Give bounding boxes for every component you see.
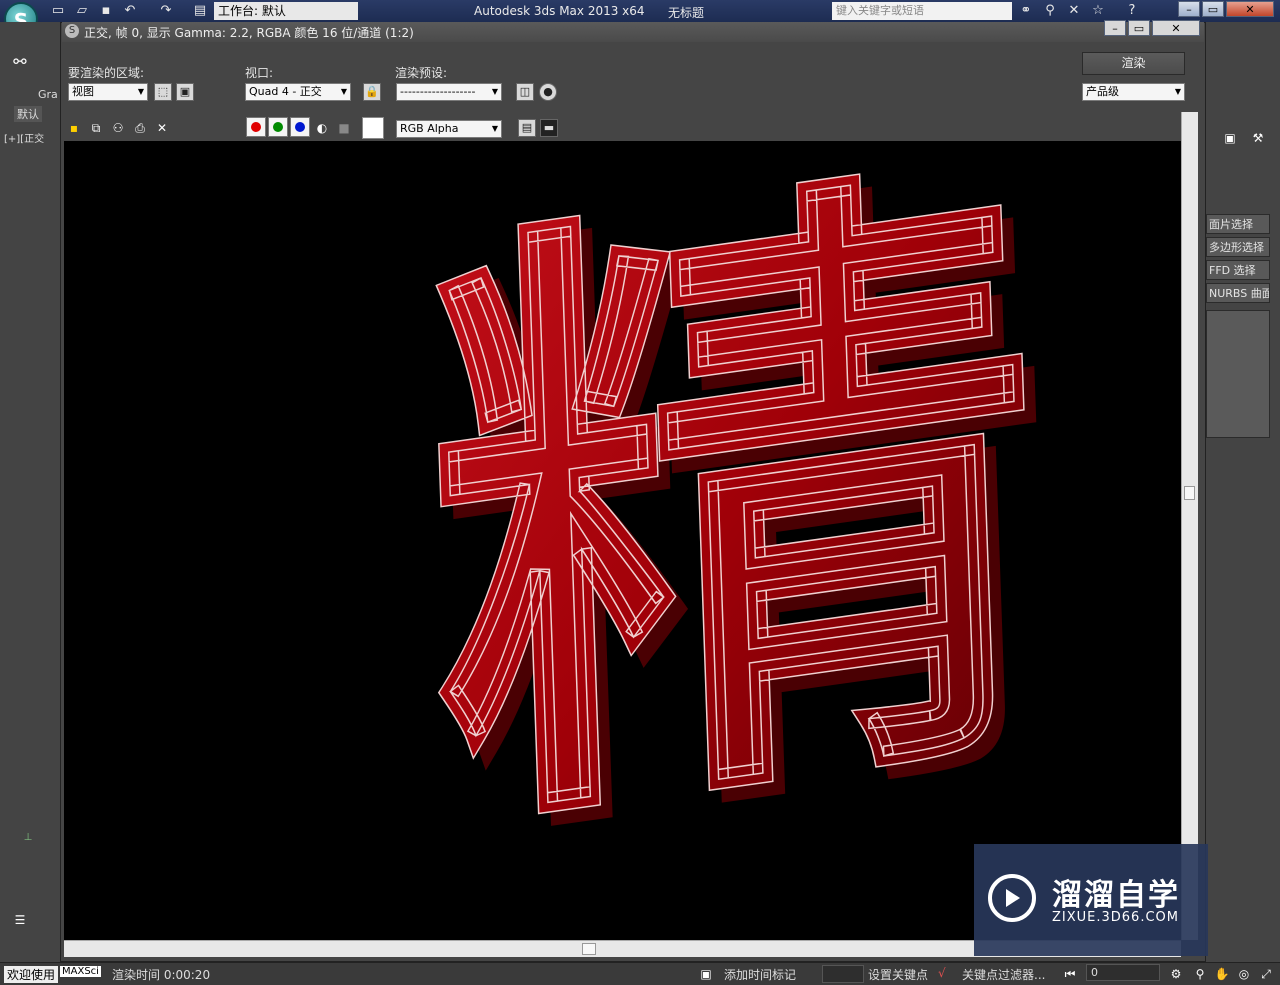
app-minimize-button[interactable]: –: [1178, 1, 1200, 17]
frame-spinner[interactable]: 0: [1086, 964, 1160, 981]
toggle-ui-icon[interactable]: ▬: [540, 119, 558, 137]
alpha-toggle-icon[interactable]: ◐: [314, 120, 330, 136]
quality-dropdown[interactable]: 产品级: [1082, 83, 1185, 101]
display-icon[interactable]: ▣: [1222, 130, 1238, 146]
render-canvas: 精 精: [64, 141, 1181, 940]
rendered-character-graphic: 精 精: [414, 141, 1066, 929]
edit-region-icon[interactable]: ⬚: [154, 83, 172, 101]
save-image-icon[interactable]: ▪: [66, 120, 82, 136]
zoom-icon[interactable]: ⚲: [1192, 966, 1208, 982]
undo-icon[interactable]: ↶: [122, 3, 138, 19]
modifier-ffd-select[interactable]: FFD 选择: [1206, 260, 1270, 280]
watermark-title: 溜溜自学: [1052, 878, 1180, 913]
workspace-dropdown[interactable]: 工作台: 默认: [214, 2, 358, 20]
search-input[interactable]: 键入关键字或短语: [832, 2, 1012, 20]
toggle-ui-overlays-icon[interactable]: ▤: [518, 119, 536, 137]
clone-frame-icon[interactable]: ⚇: [110, 120, 126, 136]
app-title: Autodesk 3ds Max 2013 x64: [474, 4, 645, 18]
area-dropdown[interactable]: 视图: [68, 83, 148, 101]
maximize-viewport-icon[interactable]: ⤢: [1258, 966, 1274, 982]
link-icon[interactable]: ⚯: [12, 54, 28, 70]
axis-gizmo-icon: ⊥: [23, 832, 33, 843]
frame-window-title: 正交, 帧 0, 显示 Gamma: 2.2, RGBA 颜色 16 位/通道 …: [84, 26, 414, 40]
color-swatch[interactable]: [362, 117, 384, 139]
modifier-patch-select[interactable]: 面片选择: [1206, 214, 1270, 234]
welcome-text: 欢迎使用: [4, 966, 59, 983]
maxscript-listener[interactable]: MAXSci: [60, 966, 101, 977]
add-time-tag-button[interactable]: 添加时间标记: [724, 966, 796, 983]
frame-close-button[interactable]: ✕: [1152, 20, 1200, 36]
frame-restore-button[interactable]: ▭: [1128, 20, 1150, 36]
app-close-button[interactable]: ✕: [1226, 1, 1274, 17]
new-file-icon[interactable]: ▭: [50, 3, 66, 19]
time-config-icon[interactable]: ⚙: [1168, 966, 1184, 982]
lock-icon[interactable]: 🔒: [363, 83, 381, 101]
binoculars-icon[interactable]: ⚭: [1018, 3, 1034, 19]
open-file-icon[interactable]: ▱: [74, 3, 90, 19]
extruded-character-group: 精 精: [414, 141, 1066, 929]
render-preset-label: 渲染预设:: [395, 66, 448, 80]
default-tab[interactable]: 默认: [14, 106, 42, 122]
command-panel: [1206, 22, 1280, 962]
save-icon[interactable]: ▪: [98, 3, 114, 19]
pan-hand-icon[interactable]: ✋: [1214, 966, 1230, 982]
key-mode-field[interactable]: [822, 965, 864, 983]
key-filter-check-icon[interactable]: √: [938, 966, 946, 980]
watermark-play-triangle: [1006, 889, 1020, 907]
horizontal-scroll-thumb[interactable]: [582, 943, 596, 955]
time-tag-icon[interactable]: ▣: [698, 966, 714, 982]
vertical-scroll-thumb[interactable]: [1184, 486, 1195, 500]
print-icon[interactable]: ⎙: [132, 120, 148, 136]
render-preset-dropdown[interactable]: -------------------: [396, 83, 502, 101]
vertical-scrollbar[interactable]: [1181, 112, 1198, 940]
timeline-icon[interactable]: ☰: [12, 912, 28, 928]
auto-region-icon[interactable]: ▣: [176, 83, 194, 101]
red-channel-toggle[interactable]: [246, 117, 266, 137]
copy-image-icon[interactable]: ⧉: [88, 120, 104, 136]
area-to-render-label: 要渲染的区域:: [68, 66, 145, 80]
graphite-tab[interactable]: Gra: [38, 88, 58, 101]
set-key-button[interactable]: 设置关键点: [868, 966, 928, 983]
render-setup-icon[interactable]: ◫: [516, 83, 534, 101]
render-button[interactable]: 渲染: [1082, 52, 1185, 75]
left-panel: [0, 22, 60, 962]
frame-minimize-button[interactable]: –: [1104, 20, 1126, 36]
monochrome-icon[interactable]: ■: [336, 120, 352, 136]
green-channel-toggle[interactable]: [268, 117, 288, 137]
modifier-stack[interactable]: [1206, 310, 1270, 438]
document-name: 无标题: [668, 6, 705, 20]
watermark-url: ZIXUE.3D66.COM: [1052, 910, 1179, 925]
key-filters-button[interactable]: 关键点过滤器...: [962, 966, 1045, 983]
redo-icon[interactable]: ↷: [158, 3, 174, 19]
utilities-hammer-icon[interactable]: ⚒: [1250, 130, 1266, 146]
search-icon[interactable]: ⚲: [1042, 3, 1058, 19]
star-icon[interactable]: ☆: [1090, 3, 1106, 19]
viewport-label[interactable]: [+][正交: [4, 130, 44, 145]
app-restore-button[interactable]: ▭: [1202, 1, 1224, 17]
channel-dropdown[interactable]: RGB Alpha: [396, 120, 502, 138]
project-folder-icon[interactable]: ▤: [192, 3, 208, 19]
help-icon[interactable]: ?: [1124, 3, 1140, 19]
frame-window-icon: S: [65, 24, 79, 38]
viewport-dropdown[interactable]: Quad 4 - 正交: [245, 83, 351, 101]
goto-start-icon[interactable]: ⏮: [1062, 966, 1078, 982]
environment-effects-icon[interactable]: ●: [539, 83, 557, 101]
blue-channel-toggle[interactable]: [290, 117, 310, 137]
clear-icon[interactable]: ✕: [154, 120, 170, 136]
orbit-icon[interactable]: ◎: [1236, 966, 1252, 982]
modifier-nurbs-select[interactable]: NURBS 曲面选择: [1206, 283, 1270, 303]
modifier-poly-select[interactable]: 多边形选择: [1206, 237, 1270, 257]
character-face: 精: [414, 141, 1053, 917]
viewport-field-label: 视口:: [245, 66, 274, 80]
tools-icon[interactable]: ✕: [1066, 3, 1082, 19]
render-time-text: 渲染时间 0:00:20: [112, 968, 211, 982]
